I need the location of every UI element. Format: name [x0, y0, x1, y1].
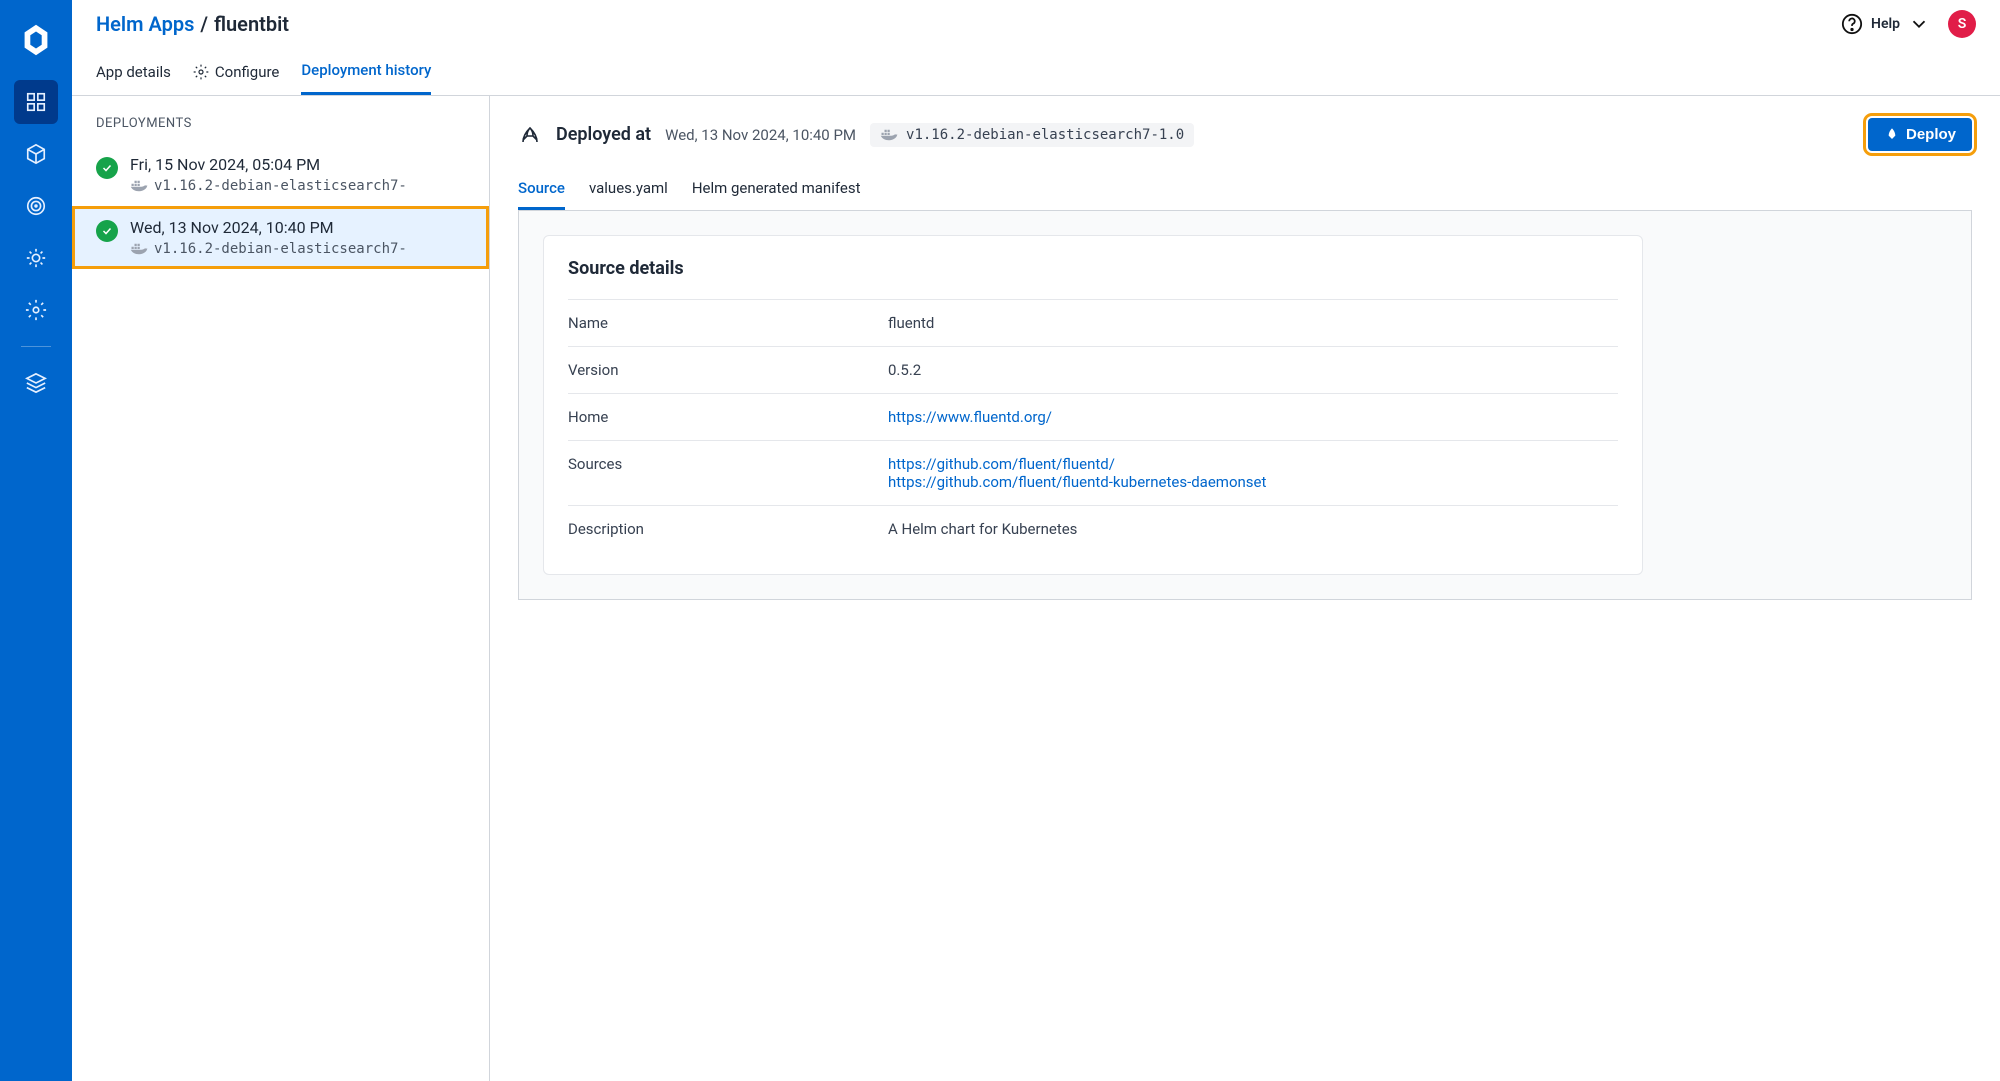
- nav-helm-icon[interactable]: [14, 236, 58, 280]
- help-label: Help: [1871, 16, 1900, 32]
- detail-subtab[interactable]: Source: [518, 169, 565, 210]
- avatar[interactable]: S: [1948, 10, 1976, 38]
- kv-key: Home: [568, 408, 888, 426]
- app-tab-label: Deployment history: [301, 61, 431, 79]
- chevron-down-icon: [1908, 13, 1930, 35]
- gear-icon: [193, 64, 209, 80]
- help-menu[interactable]: Help: [1841, 13, 1930, 35]
- deployed-at-label: Deployed at: [556, 124, 651, 145]
- deployment-date: Wed, 13 Nov 2024, 10:40 PM: [130, 218, 465, 237]
- kv-link[interactable]: https://www.fluentd.org/: [888, 408, 1618, 426]
- version-chip: v1.16.2-debian-elasticsearch7-1.0: [870, 123, 1194, 147]
- version-chip-text: v1.16.2-debian-elasticsearch7-1.0: [906, 127, 1184, 143]
- kv-row: DescriptionA Helm chart for Kubernetes: [568, 505, 1618, 552]
- app-tab[interactable]: Configure: [193, 48, 280, 95]
- top-bar: Helm Apps / fluentbit Help S: [72, 0, 2000, 48]
- source-details-card: Source details NamefluentdVersion0.5.2Ho…: [543, 235, 1643, 575]
- deploy-button-label: Deploy: [1906, 126, 1956, 143]
- kv-value: A Helm chart for Kubernetes: [888, 520, 1618, 538]
- nav-target-icon[interactable]: [14, 184, 58, 228]
- deployments-sidebar: DEPLOYMENTS Fri, 15 Nov 2024, 05:04 PM v…: [72, 96, 490, 1081]
- nav-settings-icon[interactable]: [14, 288, 58, 332]
- help-icon: [1841, 13, 1863, 35]
- kv-value: https://www.fluentd.org/: [888, 408, 1618, 426]
- source-details-title: Source details: [568, 258, 1618, 279]
- status-success-icon: [96, 157, 118, 179]
- nav-rail: [0, 0, 72, 1081]
- deployed-at-value: Wed, 13 Nov 2024, 10:40 PM: [665, 126, 856, 144]
- rocket-icon: [518, 123, 542, 147]
- detail-subtab[interactable]: Helm generated manifest: [692, 169, 861, 210]
- app-logo: [14, 18, 58, 62]
- app-tab[interactable]: Deployment history: [301, 48, 431, 95]
- kv-row: Namefluentd: [568, 299, 1618, 346]
- docker-icon: [130, 242, 148, 256]
- breadcrumb-current: fluentbit: [214, 12, 289, 36]
- nav-layers-icon[interactable]: [14, 361, 58, 405]
- kv-row: Version0.5.2: [568, 346, 1618, 393]
- app-tab-label: Configure: [215, 63, 280, 81]
- deployment-item[interactable]: Fri, 15 Nov 2024, 05:04 PM v1.16.2-debia…: [72, 143, 489, 206]
- detail-subtabs: Source values.yaml Helm generated manifest: [518, 169, 1972, 211]
- status-success-icon: [96, 220, 118, 242]
- deployment-date: Fri, 15 Nov 2024, 05:04 PM: [130, 155, 465, 174]
- kv-value: https://github.com/fluent/fluentd/https:…: [888, 455, 1618, 491]
- kv-value: fluentd: [888, 314, 1618, 332]
- kv-link[interactable]: https://github.com/fluent/fluentd-kubern…: [888, 473, 1618, 491]
- deploy-button[interactable]: Deploy: [1868, 118, 1972, 151]
- detail-subtab[interactable]: values.yaml: [589, 169, 668, 210]
- deployments-header: DEPLOYMENTS: [72, 116, 489, 143]
- rocket-small-icon: [1884, 127, 1900, 143]
- kv-link[interactable]: https://github.com/fluent/fluentd/: [888, 455, 1618, 473]
- kv-row: Homehttps://www.fluentd.org/: [568, 393, 1618, 440]
- app-tab-label: App details: [96, 63, 171, 81]
- kv-row: Sourceshttps://github.com/fluent/fluentd…: [568, 440, 1618, 505]
- kv-key: Version: [568, 361, 888, 379]
- kv-value: 0.5.2: [888, 361, 1618, 379]
- breadcrumb-sep: /: [200, 12, 208, 36]
- kv-key: Name: [568, 314, 888, 332]
- nav-apps-icon[interactable]: [14, 80, 58, 124]
- docker-icon: [130, 179, 148, 193]
- deployment-version: v1.16.2-debian-elasticsearch7-: [154, 241, 407, 257]
- detail-summary: Deployed at Wed, 13 Nov 2024, 10:40 PM v…: [518, 118, 1972, 151]
- kv-key: Sources: [568, 455, 888, 491]
- nav-cube-icon[interactable]: [14, 132, 58, 176]
- detail-pane: Deployed at Wed, 13 Nov 2024, 10:40 PM v…: [490, 96, 2000, 1081]
- nav-divider: [21, 346, 51, 347]
- detail-body: Source details NamefluentdVersion0.5.2Ho…: [518, 211, 1972, 600]
- deployment-item[interactable]: Wed, 13 Nov 2024, 10:40 PM v1.16.2-debia…: [72, 206, 489, 269]
- kv-key: Description: [568, 520, 888, 538]
- app-tabs: App details Configure Deployment history: [72, 48, 2000, 96]
- breadcrumb-root[interactable]: Helm Apps: [96, 12, 194, 36]
- docker-icon: [880, 128, 898, 142]
- app-tab[interactable]: App details: [96, 48, 171, 95]
- deployment-version: v1.16.2-debian-elasticsearch7-: [154, 178, 407, 194]
